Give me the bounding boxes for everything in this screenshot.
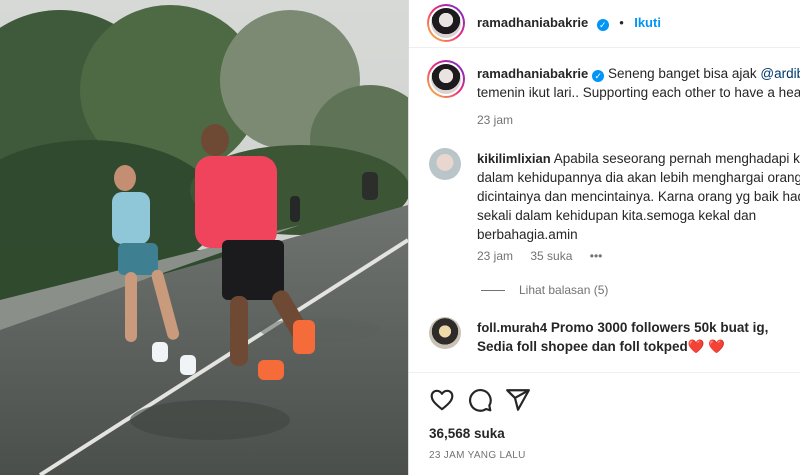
post-actions-bar: 36,568 suka 23 JAM YANG LALU	[409, 372, 800, 475]
caption-username[interactable]: ramadhaniabakrie	[477, 66, 588, 81]
post-detail-panel: ramadhaniabakrie ✓ • Ikuti ramadhaniabak…	[408, 0, 800, 475]
post-time-ago[interactable]: 23 JAM YANG LALU	[429, 450, 526, 461]
comment-username[interactable]: foll.murah4	[477, 320, 547, 335]
comment-icon[interactable]	[467, 387, 493, 413]
comment-text-line: sekali dalam kehidupan kita.semoga kekal…	[477, 208, 757, 223]
replies-divider	[481, 290, 505, 292]
comment-more-button[interactable]: •••	[590, 249, 603, 263]
heart-emoji-icons: ❤️ ❤️	[687, 339, 726, 354]
view-replies-button[interactable]: Lihat balasan (5)	[481, 283, 608, 297]
comment-like-count[interactable]: 35 suka	[530, 249, 572, 263]
caption-mention-link[interactable]: @ardibak	[760, 66, 800, 81]
comment-text-line: dicintainya dan mencintainya. Karna oran…	[477, 189, 800, 204]
comment-username[interactable]: kikilimlixian	[477, 151, 551, 166]
comment-text-line: berbahagia.amin	[477, 227, 578, 242]
verified-badge-icon: ✓	[596, 19, 609, 31]
author-avatar[interactable]	[427, 4, 465, 42]
separator-dot: •	[619, 15, 624, 30]
caption-text: Seneng banget bisa ajak	[608, 66, 761, 81]
running-photo-image	[0, 0, 408, 475]
post-like-count[interactable]: 36,568 suka	[429, 426, 505, 441]
comment-text-line: dalam kehidupannya dia akan lebih mengha…	[477, 170, 800, 185]
comment-text-line: Promo 3000 followers 50k buat ig,	[550, 320, 769, 335]
commenter-avatar[interactable]	[429, 317, 461, 349]
post-header: ramadhaniabakrie ✓ • Ikuti	[409, 0, 800, 48]
share-icon[interactable]	[505, 387, 531, 413]
comment-text-line: Apabila seseorang pernah menghadapi kesu	[553, 151, 800, 166]
comment-text-line: Sedia foll shopee dan foll tokped	[477, 339, 688, 354]
post-photo[interactable]	[0, 0, 408, 475]
caption-timestamp[interactable]: 23 jam	[477, 113, 513, 127]
follow-button[interactable]: Ikuti	[634, 15, 661, 30]
comment-timestamp[interactable]: 23 jam	[477, 249, 513, 263]
caption-text-line2: temenin ikut lari.. Supporting each othe…	[477, 85, 800, 100]
verified-badge-icon: ✓	[592, 70, 605, 82]
caption-author-avatar[interactable]	[427, 60, 465, 98]
author-username[interactable]: ramadhaniabakrie	[477, 15, 588, 30]
heart-icon[interactable]	[429, 387, 455, 413]
view-replies-label: Lihat balasan (5)	[519, 283, 609, 297]
commenter-avatar[interactable]	[429, 148, 461, 180]
comment-meta: 23 jam 35 suka •••	[477, 249, 616, 263]
